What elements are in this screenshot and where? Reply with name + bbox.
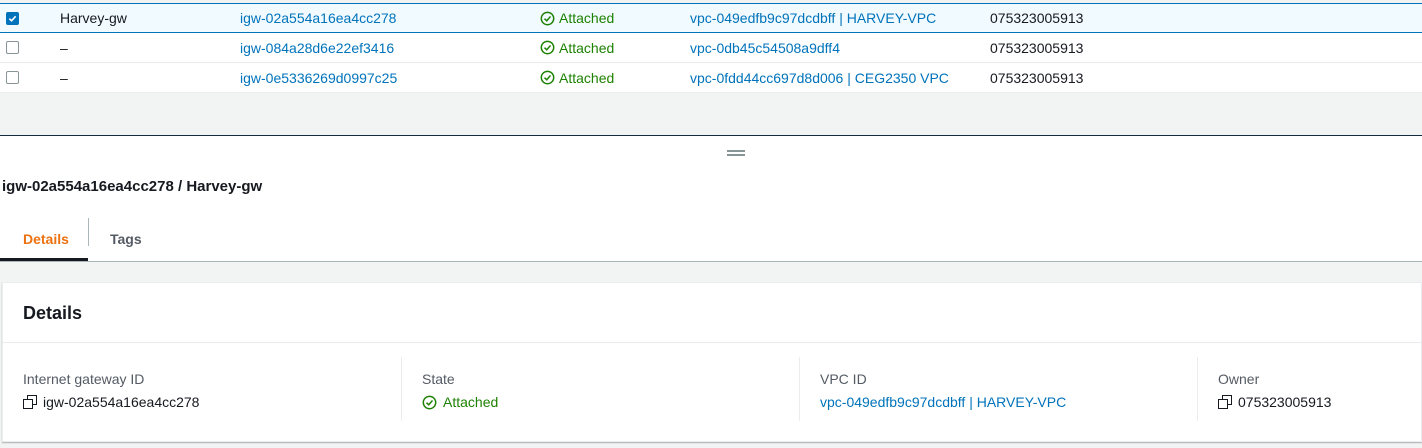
details-container-title: Details xyxy=(23,303,83,323)
row-checkbox[interactable] xyxy=(6,63,19,92)
field-owner: Owner 075323005913 xyxy=(1218,358,1331,423)
row-owner: 075323005913 xyxy=(990,39,1084,56)
column-divider xyxy=(401,357,402,421)
row-state: Attached xyxy=(540,4,614,32)
column-divider xyxy=(1197,357,1198,421)
state-value: Attached xyxy=(443,394,499,410)
column-divider xyxy=(799,357,800,421)
table-row[interactable]: – igw-0e5336269d0997c25 Attached vpc-0fd… xyxy=(0,63,1422,93)
row-checkbox[interactable] xyxy=(6,4,19,32)
field-label: Owner xyxy=(1218,371,1260,387)
row-state-label: Attached xyxy=(559,39,615,56)
field-label: VPC ID xyxy=(820,371,867,387)
vpc-id-link[interactable]: vpc-049edfb9c97dcdbff | HARVEY-VPC xyxy=(820,394,1066,410)
igw-id-value: igw-02a554a16ea4cc278 xyxy=(43,394,200,410)
checkbox-unchecked-icon[interactable] xyxy=(6,41,19,54)
internet-gateways-table: Harvey-gw igw-02a554a16ea4cc278 Attached… xyxy=(0,3,1422,93)
field-label: Internet gateway ID xyxy=(23,371,145,387)
row-owner: 075323005913 xyxy=(990,10,1084,26)
split-panel: igw-02a554a16ea4cc278 / Harvey-gw Detail… xyxy=(0,136,1422,448)
table-row[interactable]: – igw-084a28d6e22ef3416 Attached vpc-0db… xyxy=(0,33,1422,63)
field-vpc-id: VPC ID vpc-049edfb9c97dcdbff | HARVEY-VP… xyxy=(820,358,1066,423)
check-circle-icon xyxy=(540,11,555,25)
split-panel-heading: igw-02a554a16ea4cc278 / Harvey-gw xyxy=(2,178,263,195)
check-circle-icon xyxy=(422,395,437,409)
drag-handle-icon[interactable] xyxy=(727,150,745,158)
row-state: Attached xyxy=(540,63,614,92)
detail-tabs: Details Tags xyxy=(2,216,1422,261)
field-value: Attached xyxy=(422,394,498,410)
copy-icon[interactable] xyxy=(1218,395,1232,409)
row-vpc-link[interactable]: vpc-0fdd44cc697d8d006 | CEG2350 VPC xyxy=(690,63,949,92)
field-value: vpc-049edfb9c97dcdbff | HARVEY-VPC xyxy=(820,394,1066,410)
row-igw-id-link[interactable]: igw-02a554a16ea4cc278 xyxy=(240,4,396,32)
tab-details[interactable]: Details xyxy=(23,216,69,261)
row-igw-id-link[interactable]: igw-0e5336269d0997c25 xyxy=(240,63,397,92)
tab-separator xyxy=(88,218,89,246)
field-label: State xyxy=(422,371,455,387)
row-vpc-link[interactable]: vpc-0db45c54508a9dff4 xyxy=(690,33,840,62)
row-owner: 075323005913 xyxy=(990,69,1084,86)
row-state-label: Attached xyxy=(559,69,615,86)
row-igw-id-link[interactable]: igw-084a28d6e22ef3416 xyxy=(240,33,394,62)
row-vpc-link[interactable]: vpc-049edfb9c97dcdbff | HARVEY-VPC xyxy=(690,4,936,32)
checkbox-checked-icon[interactable] xyxy=(6,11,19,25)
table-row[interactable]: Harvey-gw igw-02a554a16ea4cc278 Attached… xyxy=(0,3,1422,33)
row-checkbox[interactable] xyxy=(6,33,19,62)
details-container-header: Details xyxy=(3,283,1421,343)
tab-tags[interactable]: Tags xyxy=(110,216,142,261)
copy-icon[interactable] xyxy=(23,395,37,409)
row-name: Harvey-gw xyxy=(60,10,127,26)
owner-value: 075323005913 xyxy=(1238,394,1332,410)
row-state-label: Attached xyxy=(559,10,615,26)
check-circle-icon xyxy=(540,40,555,55)
row-state: Attached xyxy=(540,33,614,62)
check-circle-icon xyxy=(540,70,555,85)
field-value: igw-02a554a16ea4cc278 xyxy=(23,394,199,410)
details-container: Details Internet gateway ID igw-02a554a1… xyxy=(2,282,1422,442)
row-name: – xyxy=(60,69,68,86)
field-state: State Attached xyxy=(422,358,498,423)
field-value: 075323005913 xyxy=(1218,394,1331,410)
row-name: – xyxy=(60,39,68,56)
field-internet-gateway-id: Internet gateway ID igw-02a554a16ea4cc27… xyxy=(23,358,199,423)
checkbox-unchecked-icon[interactable] xyxy=(6,71,19,84)
